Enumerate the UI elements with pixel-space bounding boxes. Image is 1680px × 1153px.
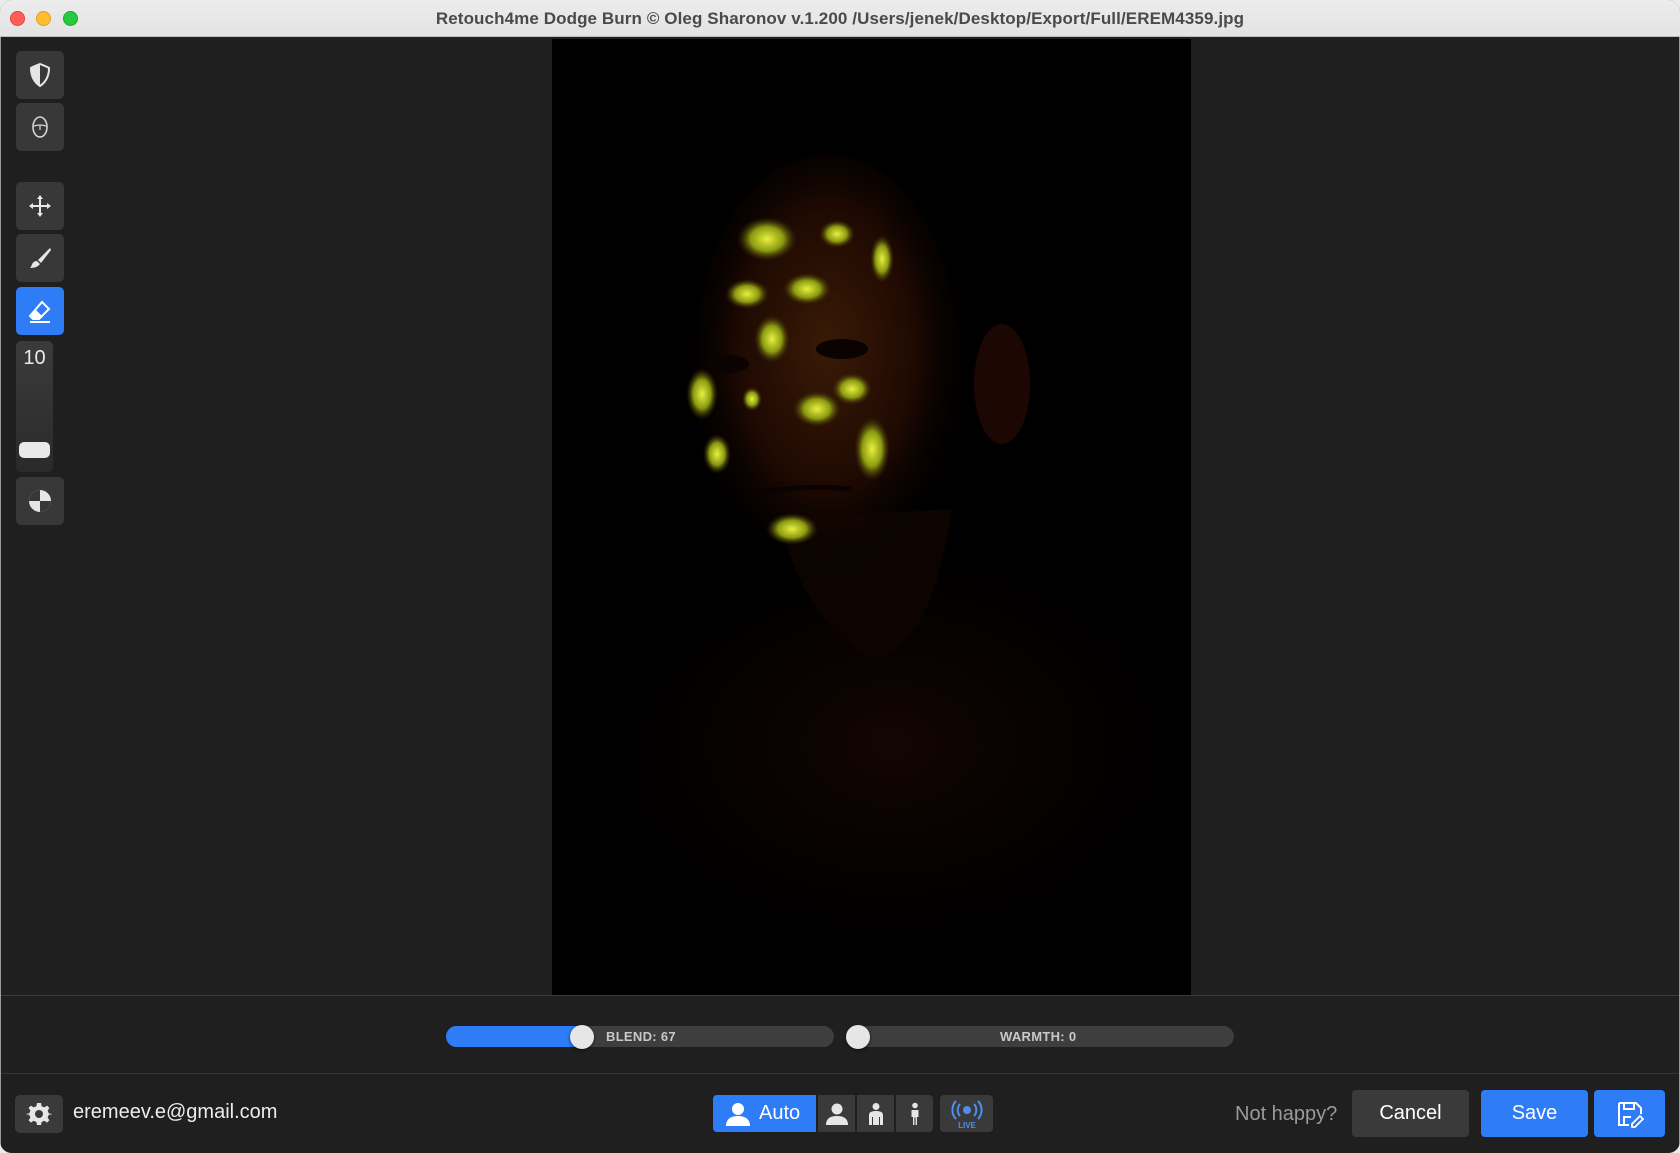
eraser-icon bbox=[28, 300, 51, 323]
workspace: 10 bbox=[1, 37, 1679, 996]
contrast-tool-button[interactable] bbox=[16, 477, 64, 525]
move-arrows-icon bbox=[29, 195, 51, 217]
gear-icon bbox=[26, 1103, 52, 1125]
title-bar: Retouch4me Dodge Burn © Oleg Sharonov v.… bbox=[0, 0, 1680, 37]
half-shield-icon bbox=[29, 62, 51, 88]
mode-auto-button[interactable]: Auto bbox=[713, 1095, 816, 1132]
mode-auto-label: Auto bbox=[759, 1102, 801, 1124]
app-window: Retouch4me Dodge Burn © Oleg Sharonov v.… bbox=[0, 0, 1680, 1153]
detection-mode-group: Auto bbox=[713, 1095, 933, 1132]
face-outline-icon bbox=[32, 116, 48, 138]
warmth-slider-thumb[interactable] bbox=[846, 1025, 870, 1049]
save-button[interactable]: Save bbox=[1481, 1090, 1588, 1137]
blend-label: BLEND: 67 bbox=[606, 1029, 676, 1044]
live-preview-button[interactable]: LIVE bbox=[940, 1095, 993, 1132]
contrast-circle-icon bbox=[29, 490, 51, 512]
blend-slider[interactable]: BLEND: 67 bbox=[446, 1025, 834, 1049]
warmth-slider[interactable]: WARMTH: 0 bbox=[846, 1025, 1234, 1049]
portrait-heatmap-image bbox=[552, 39, 1191, 996]
brush-size-slider[interactable]: 10 bbox=[16, 341, 53, 472]
person-icon bbox=[726, 1102, 750, 1126]
mode-half-body-button[interactable] bbox=[857, 1095, 894, 1132]
mask-tool-button[interactable] bbox=[16, 51, 64, 99]
adjustment-bar bbox=[1, 996, 1679, 1073]
window-title: Retouch4me Dodge Burn © Oleg Sharonov v.… bbox=[435, 9, 1245, 28]
brush-size-thumb[interactable] bbox=[19, 442, 50, 458]
move-tool-button[interactable] bbox=[16, 182, 64, 230]
save-as-button[interactable] bbox=[1594, 1090, 1665, 1137]
full-body-icon bbox=[911, 1102, 918, 1125]
mode-full-body-button[interactable] bbox=[896, 1095, 933, 1132]
brush-icon bbox=[30, 248, 51, 268]
photo-preview[interactable] bbox=[552, 39, 1191, 996]
save-edit-icon bbox=[1617, 1101, 1644, 1128]
blend-slider-thumb[interactable] bbox=[570, 1025, 594, 1049]
blend-slider-fill bbox=[446, 1026, 582, 1047]
half-body-icon bbox=[868, 1102, 883, 1125]
not-happy-link[interactable]: Not happy? bbox=[1235, 1103, 1337, 1126]
account-email: eremeev.e@gmail.com bbox=[73, 1101, 278, 1123]
warmth-label: WARMTH: 0 bbox=[1000, 1029, 1077, 1044]
settings-button[interactable] bbox=[15, 1095, 63, 1133]
live-broadcast-icon: LIVE bbox=[950, 1099, 983, 1129]
eraser-tool-button[interactable] bbox=[16, 287, 64, 335]
cancel-button[interactable]: Cancel bbox=[1352, 1090, 1469, 1137]
brush-size-value: 10 bbox=[23, 347, 46, 369]
portrait-person-icon bbox=[825, 1103, 848, 1125]
face-tool-button[interactable] bbox=[16, 103, 64, 151]
live-label: LIVE bbox=[958, 1121, 976, 1129]
brush-tool-button[interactable] bbox=[16, 234, 64, 282]
mode-portrait-button[interactable] bbox=[818, 1095, 855, 1132]
